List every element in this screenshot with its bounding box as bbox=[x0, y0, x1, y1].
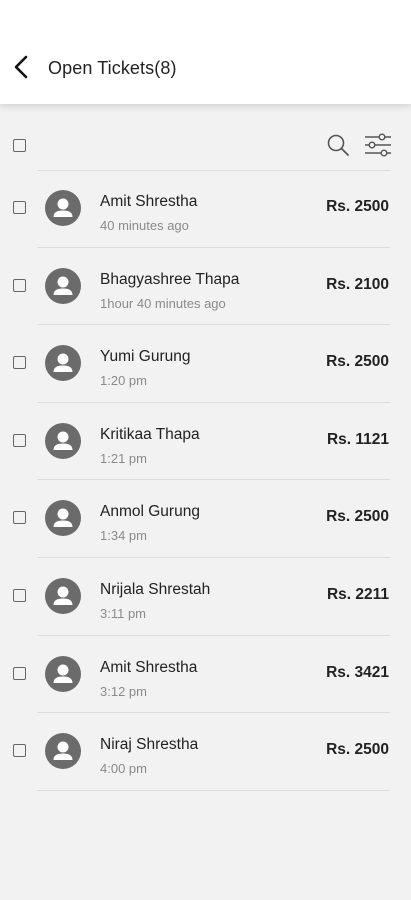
ticket-amount: Rs. 2500 bbox=[326, 508, 389, 526]
ticket-name: Yumi Gurung bbox=[100, 348, 191, 366]
ticket-amount: Rs. 2500 bbox=[326, 198, 389, 215]
ticket-name: Amit Shrestha bbox=[100, 193, 198, 210]
app-header: Open Tickets(8) bbox=[0, 0, 411, 104]
row-checkbox[interactable] bbox=[13, 433, 26, 447]
ticket-time: 3:12 pm bbox=[100, 683, 147, 699]
ticket-row[interactable]: Bhagyashree Thapa 1hour 40 minutes ago R… bbox=[0, 248, 411, 326]
ticket-name: Niraj Shrestha bbox=[100, 736, 199, 754]
ticket-amount: Rs. 2100 bbox=[326, 275, 389, 293]
avatar bbox=[45, 267, 81, 304]
ticket-row[interactable]: Amit Shrestha 3:12 pm Rs. 3421 bbox=[0, 636, 411, 714]
ticket-amount: Rs. 1121 bbox=[326, 430, 389, 448]
ticket-row[interactable]: Anmol Gurung 1:34 pm Rs. 2500 bbox=[0, 480, 411, 558]
divider bbox=[37, 789, 390, 791]
avatar bbox=[45, 655, 81, 692]
ticket-row[interactable]: Kritikaa Thapa 1:21 pm Rs. 1121 bbox=[0, 403, 411, 481]
row-checkbox[interactable] bbox=[13, 356, 26, 370]
ticket-name: Bhagyashree Thapa bbox=[100, 270, 240, 288]
ticket-name: Nrijala Shrestah bbox=[100, 580, 211, 598]
search-icon bbox=[327, 134, 349, 156]
ticket-name: Amit Shrestha bbox=[100, 658, 198, 676]
ticket-row[interactable]: Nrijala Shrestah 3:11 pm Rs. 2211 bbox=[0, 558, 411, 636]
ticket-time: 40 minutes ago bbox=[100, 218, 189, 233]
chevron-left-icon bbox=[14, 55, 28, 79]
avatar bbox=[45, 345, 81, 382]
ticket-time: 1:21 pm bbox=[100, 450, 147, 466]
row-checkbox[interactable] bbox=[13, 666, 26, 680]
ticket-name: Kritikaa Thapa bbox=[100, 425, 200, 443]
select-all-checkbox[interactable] bbox=[13, 139, 26, 152]
ticket-name: Anmol Gurung bbox=[100, 503, 200, 521]
person-icon bbox=[53, 586, 73, 605]
list-toolbar bbox=[0, 104, 411, 171]
row-checkbox[interactable] bbox=[13, 588, 26, 602]
avatar bbox=[45, 577, 81, 614]
ticket-amount: Rs. 3421 bbox=[326, 663, 389, 681]
person-icon bbox=[53, 664, 73, 683]
ticket-time: 1:34 pm bbox=[100, 528, 147, 544]
person-icon bbox=[53, 508, 73, 528]
back-button[interactable] bbox=[8, 52, 38, 82]
ticket-amount: Rs. 2500 bbox=[326, 353, 389, 371]
row-checkbox[interactable] bbox=[13, 278, 26, 292]
row-checkbox[interactable] bbox=[13, 744, 26, 758]
avatar bbox=[45, 500, 81, 537]
row-checkbox[interactable] bbox=[13, 201, 26, 214]
person-icon bbox=[53, 741, 73, 761]
sliders-icon bbox=[365, 133, 391, 157]
avatar bbox=[45, 733, 81, 770]
filter-button[interactable] bbox=[364, 133, 392, 157]
person-icon bbox=[53, 276, 73, 295]
ticket-row[interactable]: Yumi Gurung 1:20 pm Rs. 2500 bbox=[0, 325, 411, 403]
person-icon bbox=[53, 353, 73, 373]
ticket-list: Amit Shrestha 40 minutes ago Rs. 2500 Bh… bbox=[0, 170, 411, 791]
ticket-time: 3:11 pm bbox=[100, 605, 147, 621]
page-title: Open Tickets(8) bbox=[48, 58, 177, 78]
ticket-time: 1:20 pm bbox=[100, 373, 147, 389]
ticket-time: 4:00 pm bbox=[100, 761, 147, 777]
ticket-row[interactable]: Amit Shrestha 40 minutes ago Rs. 2500 bbox=[0, 170, 411, 248]
row-checkbox[interactable] bbox=[13, 511, 26, 525]
ticket-amount: Rs. 2211 bbox=[326, 585, 389, 603]
person-icon bbox=[53, 431, 73, 450]
ticket-row[interactable]: Niraj Shrestha 4:00 pm Rs. 2500 bbox=[0, 713, 411, 791]
search-button[interactable] bbox=[326, 133, 350, 157]
avatar bbox=[45, 190, 81, 226]
ticket-time: 1hour 40 minutes ago bbox=[100, 295, 226, 311]
ticket-amount: Rs. 2500 bbox=[326, 741, 389, 759]
avatar bbox=[45, 422, 81, 459]
person-icon bbox=[53, 198, 73, 217]
